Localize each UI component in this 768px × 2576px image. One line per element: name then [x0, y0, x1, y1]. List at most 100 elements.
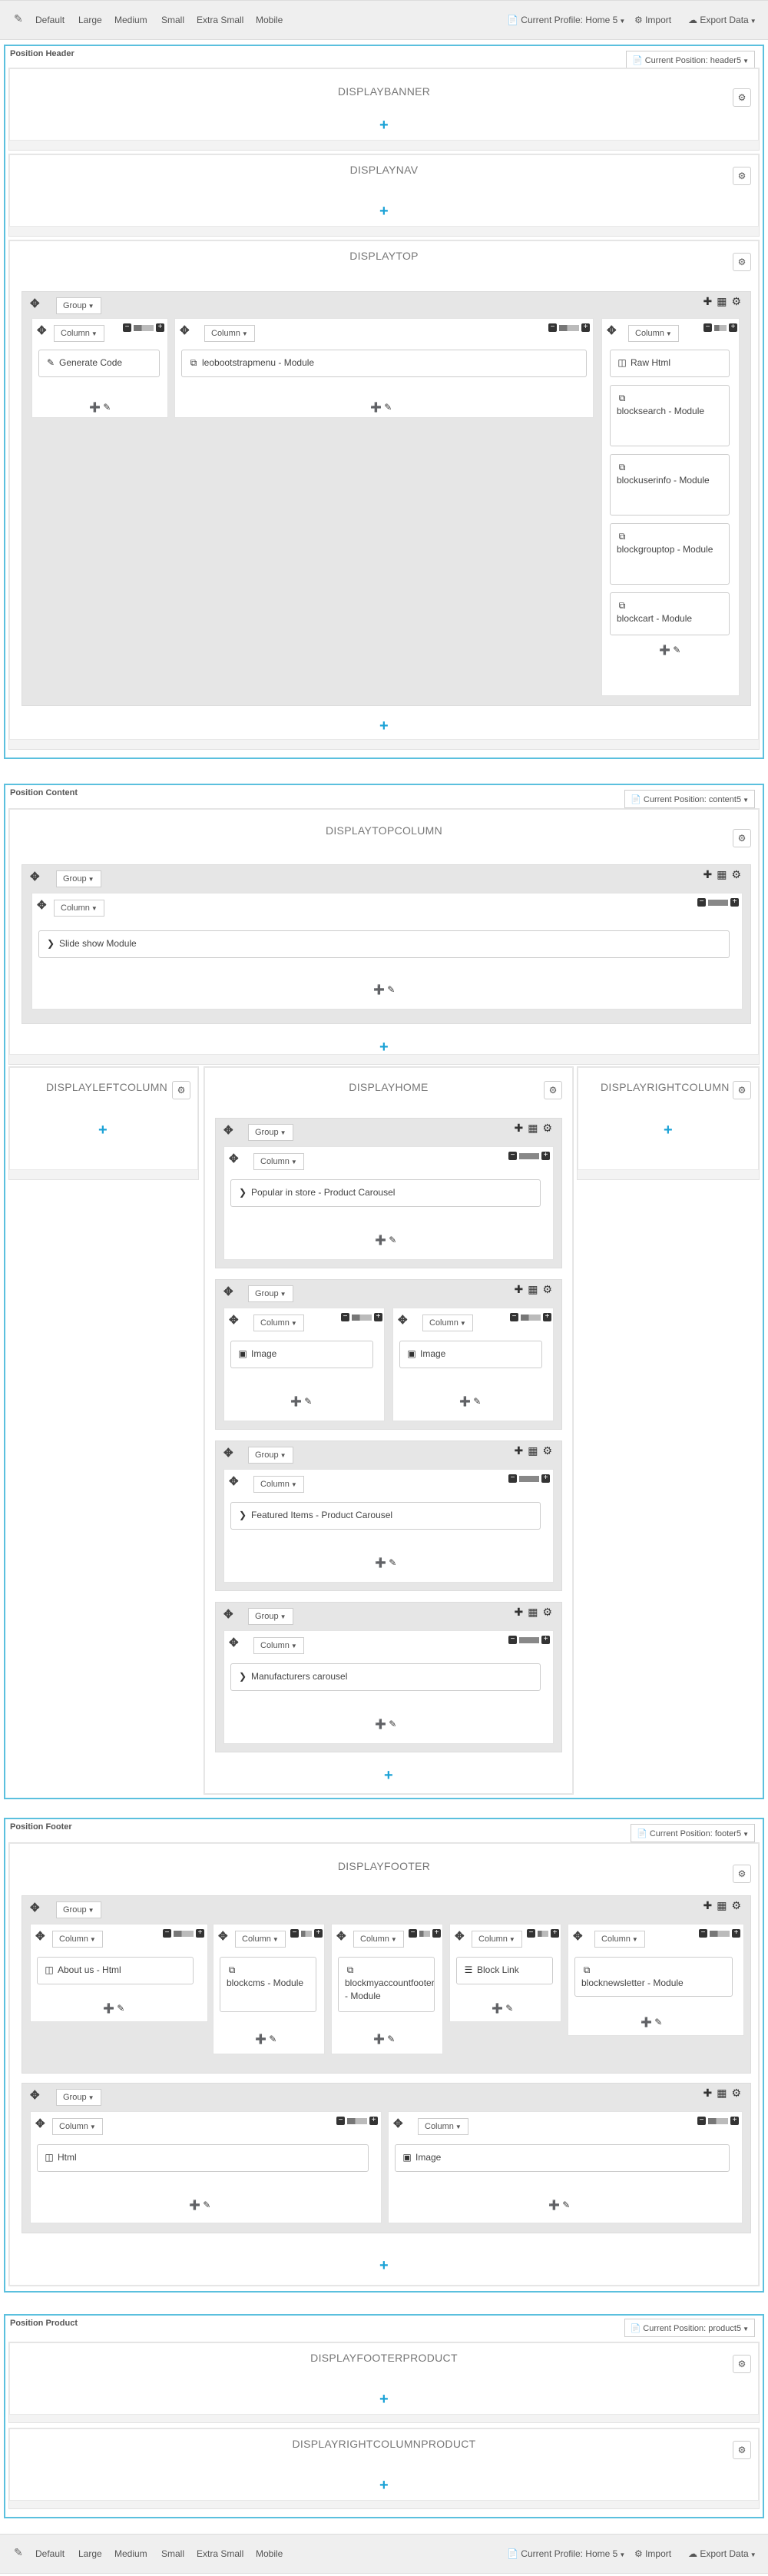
- pencil-icon[interactable]: ✎: [103, 402, 111, 413]
- module-blocksearch[interactable]: ⧉ blocksearch - Module: [610, 385, 730, 446]
- pencil-icon[interactable]: ✎: [389, 1235, 396, 1245]
- grid-icon[interactable]: ▦: [717, 868, 731, 880]
- plus-icon[interactable]: ✚: [514, 1444, 528, 1457]
- plus-circle-icon[interactable]: ➕: [373, 2034, 385, 2044]
- plus-icon[interactable]: +: [384, 1768, 393, 1783]
- gear-icon[interactable]: ⚙: [731, 1899, 746, 1911]
- column-dropdown[interactable]: Column ▼: [253, 1153, 304, 1170]
- group-dropdown[interactable]: Group ▼: [56, 297, 101, 314]
- move-icon[interactable]: ✥: [229, 1636, 239, 1649]
- plus-icon[interactable]: +: [543, 1313, 551, 1322]
- device-medium[interactable]: Medium: [114, 2548, 147, 2559]
- column-dropdown[interactable]: Column ▼: [418, 2118, 468, 2135]
- current-position-dropdown[interactable]: 📄 Current Position: header5 ▼: [625, 51, 755, 69]
- plus-icon[interactable]: +: [379, 1039, 389, 1055]
- grid-icon[interactable]: ▦: [717, 1899, 731, 1911]
- device-mobile[interactable]: Mobile: [256, 2548, 283, 2559]
- minus-icon[interactable]: −: [336, 2117, 345, 2126]
- plus-circle-icon[interactable]: ➕: [290, 1396, 302, 1407]
- module-blockgrouptop[interactable]: ⧉ blockgrouptop - Module: [610, 523, 730, 585]
- device-default[interactable]: Default: [35, 2548, 65, 2559]
- module-raw-html[interactable]: ◫ Raw Html: [610, 350, 730, 377]
- move-icon[interactable]: ✥: [180, 323, 190, 337]
- plus-icon[interactable]: ✚: [703, 2087, 717, 2099]
- device-small[interactable]: Small: [161, 2548, 184, 2559]
- module-image[interactable]: ▣ Image: [395, 2144, 730, 2172]
- column-dropdown[interactable]: Column ▼: [422, 1315, 473, 1331]
- plus-icon[interactable]: +: [374, 1313, 382, 1322]
- plus-icon[interactable]: ✚: [514, 1122, 528, 1134]
- plus-icon[interactable]: ✚: [514, 1606, 528, 1618]
- plus-circle-icon[interactable]: ➕: [548, 2200, 560, 2210]
- plus-circle-icon[interactable]: ➕: [103, 2003, 114, 2014]
- plus-icon[interactable]: +: [379, 204, 389, 219]
- plus-icon[interactable]: +: [379, 2258, 389, 2273]
- plus-icon[interactable]: +: [379, 118, 389, 133]
- plus-icon[interactable]: +: [314, 1929, 323, 1938]
- minus-icon[interactable]: −: [548, 323, 557, 333]
- column-dropdown[interactable]: Column ▼: [235, 1931, 286, 1948]
- grid-icon[interactable]: ▦: [528, 1283, 542, 1295]
- pencil-icon[interactable]: ✎: [389, 1557, 396, 1568]
- device-small[interactable]: Small: [161, 15, 184, 25]
- gear-icon[interactable]: ⚙: [542, 1122, 557, 1134]
- grid-icon[interactable]: ▦: [528, 1606, 542, 1618]
- plus-icon[interactable]: +: [551, 1929, 559, 1938]
- grid-icon[interactable]: ▦: [528, 1122, 542, 1134]
- gear-icon[interactable]: ⚙: [733, 253, 751, 271]
- pencil-icon[interactable]: ✎: [384, 402, 392, 413]
- pencil-icon[interactable]: ✎: [673, 645, 680, 655]
- device-default[interactable]: Default: [35, 15, 65, 25]
- plus-icon[interactable]: +: [379, 718, 389, 734]
- column-dropdown[interactable]: Column ▼: [253, 1315, 304, 1331]
- minus-icon[interactable]: −: [409, 1929, 417, 1938]
- gear-icon[interactable]: ⚙: [733, 167, 751, 185]
- current-position-dropdown[interactable]: 📄 Current Position: product5 ▼: [624, 2319, 755, 2337]
- module-blockcms[interactable]: ⧉ blockcms - Module: [220, 1957, 316, 2012]
- device-extra-small[interactable]: Extra Small: [197, 2548, 243, 2559]
- minus-icon[interactable]: −: [290, 1929, 299, 1938]
- plus-icon[interactable]: ✚: [514, 1283, 528, 1295]
- group-dropdown[interactable]: Group ▼: [56, 870, 101, 887]
- pencil-icon[interactable]: ✎: [473, 1396, 481, 1407]
- plus-icon[interactable]: +: [730, 898, 739, 907]
- column-dropdown[interactable]: Column ▼: [472, 1931, 522, 1948]
- gear-icon[interactable]: ⚙: [733, 2355, 751, 2373]
- minus-icon[interactable]: −: [508, 1152, 517, 1161]
- plus-icon[interactable]: +: [369, 2117, 378, 2126]
- column-dropdown[interactable]: Column ▼: [204, 325, 255, 342]
- move-icon[interactable]: ✥: [607, 323, 617, 337]
- group-dropdown[interactable]: Group ▼: [56, 2089, 101, 2106]
- plus-icon[interactable]: +: [730, 2117, 739, 2126]
- module-slideshow[interactable]: ❯ Slide show Module: [38, 930, 730, 958]
- minus-icon[interactable]: −: [123, 323, 131, 333]
- import-button[interactable]: ⚙ Import: [634, 2548, 671, 2559]
- module-blocknewsletter[interactable]: ⧉ blocknewsletter - Module: [574, 1957, 733, 1997]
- gear-icon[interactable]: ⚙: [733, 1865, 751, 1883]
- plus-icon[interactable]: ✚: [703, 295, 717, 307]
- pencil-icon[interactable]: ✎: [117, 2003, 124, 2014]
- move-icon[interactable]: ✥: [37, 323, 47, 337]
- plus-circle-icon[interactable]: ➕: [89, 402, 101, 413]
- minus-icon[interactable]: −: [703, 323, 712, 333]
- module-image[interactable]: ▣ Image: [399, 1341, 542, 1368]
- move-icon[interactable]: ✥: [35, 1929, 45, 1943]
- column-dropdown[interactable]: Column ▼: [628, 325, 679, 342]
- plus-circle-icon[interactable]: ➕: [370, 402, 382, 413]
- plus-icon[interactable]: +: [541, 1474, 550, 1484]
- plus-icon[interactable]: +: [664, 1122, 673, 1138]
- column-dropdown[interactable]: Column ▼: [253, 1637, 304, 1654]
- move-icon[interactable]: ✥: [223, 1285, 233, 1298]
- plus-icon[interactable]: +: [581, 323, 590, 333]
- group-dropdown[interactable]: Group ▼: [56, 1901, 101, 1918]
- move-icon[interactable]: ✥: [218, 1929, 228, 1943]
- plus-icon[interactable]: ✚: [703, 1899, 717, 1911]
- gear-icon[interactable]: ⚙: [731, 295, 746, 307]
- gear-icon[interactable]: ⚙: [172, 1081, 190, 1099]
- move-icon[interactable]: ✥: [573, 1929, 583, 1943]
- group-dropdown[interactable]: Group ▼: [248, 1447, 293, 1464]
- gear-icon[interactable]: ⚙: [733, 2441, 751, 2459]
- module-featured-carousel[interactable]: ❯ Featured Items - Product Carousel: [230, 1502, 541, 1530]
- move-icon[interactable]: ✥: [229, 1152, 239, 1165]
- plus-icon[interactable]: +: [729, 323, 737, 333]
